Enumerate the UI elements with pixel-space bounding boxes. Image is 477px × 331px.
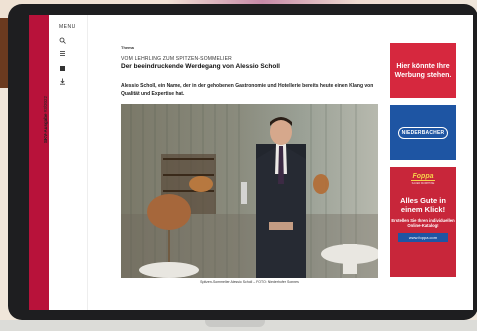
- foppa-subline: SAUER MURPHINE: [411, 182, 435, 185]
- ad-banner-foppa[interactable]: Foppa SAUER MURPHINE Alles Gute in einem…: [390, 167, 456, 277]
- niederbacher-logo: NIEDERBACHER: [397, 126, 449, 139]
- ad-banner-placeholder[interactable]: Hier könnte Ihre Werbung stehen.: [390, 43, 456, 98]
- screen: MENU SKV-Ausgabe #3/2022 Thema VOM LEHRL…: [29, 15, 473, 310]
- photo-caption: Spitzen-Sommelier Alessio Scholl – FOTO:…: [200, 280, 299, 284]
- issue-number: #3/2022: [43, 95, 48, 113]
- ad-placeholder-text: Hier könnte Ihre Werbung stehen.: [394, 62, 452, 79]
- article-lead: Alessio Scholl, ein Name, der in der geh…: [121, 83, 374, 97]
- download-icon[interactable]: [59, 78, 66, 85]
- laptop-frame: MENU SKV-Ausgabe #3/2022 Thema VOM LEHRL…: [8, 4, 477, 320]
- publication-name: SKV-Ausgabe: [43, 113, 48, 143]
- search-icon[interactable]: [59, 37, 66, 44]
- side-navigation: [49, 15, 88, 310]
- publication-label: SKV-Ausgabe #3/2022: [43, 96, 48, 143]
- article-photo: [121, 104, 378, 278]
- foppa-url-button[interactable]: www.foppa.com: [398, 233, 448, 243]
- article-overline: VOM LEHRLING ZUM SPITZEN-SOMMELIER: [121, 56, 232, 62]
- foppa-ad-text: Erstellen Sie Ihren individuellen Online…: [391, 218, 455, 229]
- foppa-ad-title: Alles Gute in einem Klick!: [400, 196, 446, 214]
- foppa-logo: Foppa: [411, 173, 435, 181]
- book-icon[interactable]: [59, 65, 66, 72]
- article-kicker: Thema: [121, 45, 134, 50]
- list-icon[interactable]: [59, 50, 66, 57]
- article-header: Thema VOM LEHRLING ZUM SPITZEN-SOMMELIER…: [121, 45, 379, 98]
- ad-banner-niederbacher[interactable]: NIEDERBACHER: [390, 105, 456, 160]
- accent-sidebar-stripe: [29, 15, 49, 310]
- menu-button[interactable]: MENU: [59, 24, 76, 30]
- article-headline: Der beeindruckende Werdegang von Alessio…: [121, 63, 280, 70]
- laptop-hinge: [205, 320, 265, 327]
- photo-illustration: [121, 104, 378, 278]
